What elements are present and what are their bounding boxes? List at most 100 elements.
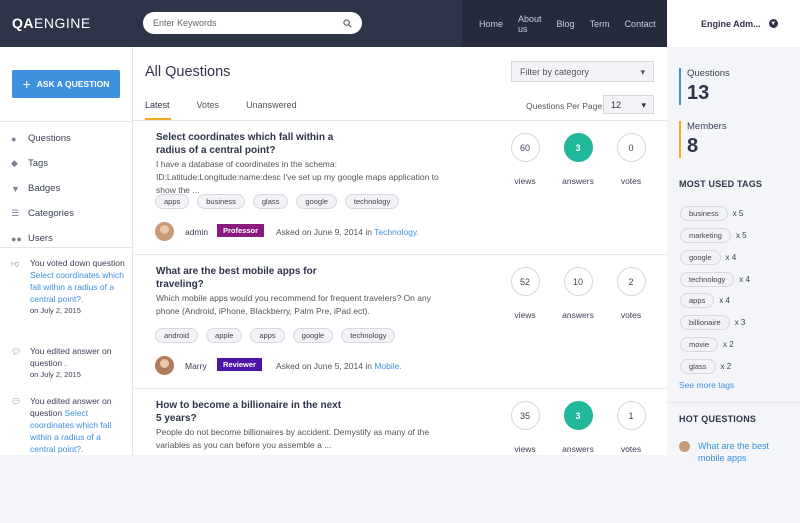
- category-filter-select[interactable]: Filter by category ▾: [511, 61, 654, 82]
- category-link[interactable]: Mobile.: [374, 361, 401, 371]
- tag-count: x 4: [719, 296, 730, 305]
- tag-chip[interactable]: business: [680, 206, 728, 221]
- tag-chip[interactable]: technology: [680, 272, 735, 287]
- ask-question-button[interactable]: + ASK A QUESTION: [12, 70, 120, 98]
- tag-chip[interactable]: google: [680, 250, 721, 265]
- tag-count: x 2: [723, 340, 734, 349]
- right-sidebar: Questions 13 Members 8 MOST USED TAGS bu…: [667, 47, 800, 463]
- avatar[interactable]: [155, 356, 174, 375]
- tag-count: x 4: [739, 275, 750, 284]
- question-tags: android apple apps google technology: [155, 328, 403, 343]
- left-menu: ● Questions ◆ Tags ▼ Badges ☰ Categories ●● U…: [11, 126, 74, 251]
- menu-item-badges[interactable]: ▼ Badges: [11, 176, 74, 201]
- avatar[interactable]: [155, 222, 174, 241]
- page-title: All Questions: [145, 64, 231, 80]
- tag-row: business x 5: [680, 206, 743, 221]
- answers-stat: 3 answers: [562, 133, 594, 186]
- tab-latest[interactable]: Latest: [145, 100, 170, 110]
- search-box[interactable]: [143, 12, 362, 34]
- tag-chip[interactable]: google: [296, 194, 337, 209]
- tag-count: x 2: [720, 362, 732, 371]
- tag-row: movie x 2: [680, 337, 734, 352]
- per-page-label: Questions Per Page:: [526, 101, 605, 111]
- views-stat: 52 views: [509, 267, 541, 320]
- activity-link[interactable]: Select coordinates which fall within a r…: [30, 270, 124, 304]
- user-menu[interactable]: Engine Adm... ▼: [667, 0, 800, 47]
- chevron-down-icon[interactable]: ▼: [768, 19, 778, 28]
- tag-chip[interactable]: billionaire: [680, 315, 730, 330]
- divider: [0, 121, 133, 122]
- tag-row: technology x 4: [680, 272, 750, 287]
- user-name[interactable]: Engine Adm...: [701, 19, 761, 29]
- menu-item-tags[interactable]: ◆ Tags: [11, 151, 74, 176]
- tag-chip[interactable]: google: [292, 328, 334, 343]
- tag-count: x 5: [735, 231, 747, 240]
- tag-count: x 3: [734, 318, 746, 327]
- votes-stat: 1 votes: [615, 401, 647, 454]
- tag-chip[interactable]: apps: [680, 293, 715, 308]
- per-page-select[interactable]: 12 ▾: [603, 95, 654, 114]
- most-used-tags-heading: MOST USED TAGS: [679, 179, 763, 189]
- question-title[interactable]: Select coordinates which fall within a r…: [156, 132, 346, 157]
- activity-date: on July 2, 2015: [30, 370, 81, 379]
- category-link[interactable]: Technology.: [374, 227, 419, 237]
- answers-stat: 10 answers: [562, 267, 594, 320]
- tag-chip[interactable]: movie: [680, 337, 719, 352]
- left-sidebar: + ASK A QUESTION ● Questions ◆ Tags ▼ Badges…: [0, 47, 133, 455]
- members-stat-label: Members: [687, 121, 727, 132]
- views-stat: 60 views: [509, 133, 541, 186]
- question-item: Select coordinates which fall within a r…: [133, 121, 667, 255]
- nav-contact[interactable]: Contact: [625, 19, 656, 29]
- question-title[interactable]: How to become a billionaire in the next …: [156, 400, 346, 425]
- tag-chip[interactable]: android: [155, 328, 199, 343]
- tags-icon: ◆: [11, 158, 18, 168]
- tag-row: apps x 4: [680, 293, 730, 308]
- search-icon[interactable]: [343, 18, 352, 28]
- tag-chip[interactable]: technology: [341, 328, 396, 343]
- nav-blog[interactable]: Blog: [557, 19, 575, 29]
- top-bar: QAENGINE Home About us Blog Term Contact…: [0, 0, 800, 47]
- activity-text: You edited answer on question .: [30, 346, 112, 368]
- tab-votes[interactable]: Votes: [197, 100, 220, 110]
- tag-row: glass x 2: [680, 359, 731, 374]
- main-nav: Home About us Blog Term Contact: [462, 0, 667, 47]
- tag-chip[interactable]: business: [197, 194, 245, 209]
- comment-icon: 💬︎: [11, 347, 22, 356]
- hot-question-item[interactable]: What are the best mobile apps: [679, 440, 778, 464]
- question-excerpt: People do not become billionaires by acc…: [156, 427, 430, 450]
- tab-unanswered[interactable]: Unanswered: [246, 100, 297, 110]
- trophy-icon: ▼: [11, 183, 20, 194]
- tag-chip[interactable]: glass: [252, 194, 289, 209]
- question-excerpt: Which mobile apps would you recommend fo…: [156, 293, 431, 316]
- asked-info: Asked on June 9, 2014 in Technology.: [276, 227, 419, 237]
- questions-stat-label: Questions: [687, 68, 730, 79]
- questions-panel: All Questions Filter by category ▾ Latest…: [133, 47, 667, 455]
- tag-count: x 4: [725, 253, 737, 262]
- activity-item: 💬︎ You edited answer on question . on Ju…: [11, 345, 126, 381]
- avatar: [679, 441, 690, 452]
- menu-item-questions[interactable]: ● Questions: [11, 126, 74, 151]
- logo[interactable]: QAENGINE: [12, 15, 91, 31]
- nav-term[interactable]: Term: [590, 19, 610, 29]
- menu-item-categories[interactable]: ☰ Categories: [11, 201, 74, 226]
- question-excerpt: I have a database of coordinates in the …: [156, 159, 439, 195]
- question-item: What are the best mobile apps for travel…: [133, 255, 667, 389]
- tag-chip[interactable]: apps: [155, 194, 190, 209]
- views-stat: 35 views: [509, 401, 541, 454]
- search-input[interactable]: [153, 18, 333, 28]
- plus-icon: +: [22, 76, 31, 92]
- tag-chip[interactable]: apps: [250, 328, 285, 343]
- tag-chip[interactable]: apple: [206, 328, 243, 343]
- see-more-tags-link[interactable]: See more tags: [679, 380, 734, 390]
- tag-chip[interactable]: glass: [680, 359, 716, 374]
- question-circle-icon: ●: [11, 133, 17, 144]
- question-title[interactable]: What are the best mobile apps for travel…: [156, 266, 346, 291]
- author-name[interactable]: admin: [185, 227, 208, 237]
- nav-about[interactable]: About us: [518, 14, 542, 34]
- author-name[interactable]: Marry: [185, 361, 207, 371]
- hot-question-link[interactable]: What are the best mobile apps: [698, 440, 778, 464]
- nav-home[interactable]: Home: [479, 19, 503, 29]
- divider: [667, 402, 800, 403]
- tag-chip[interactable]: technology: [344, 194, 400, 209]
- tag-chip[interactable]: marketing: [680, 228, 731, 243]
